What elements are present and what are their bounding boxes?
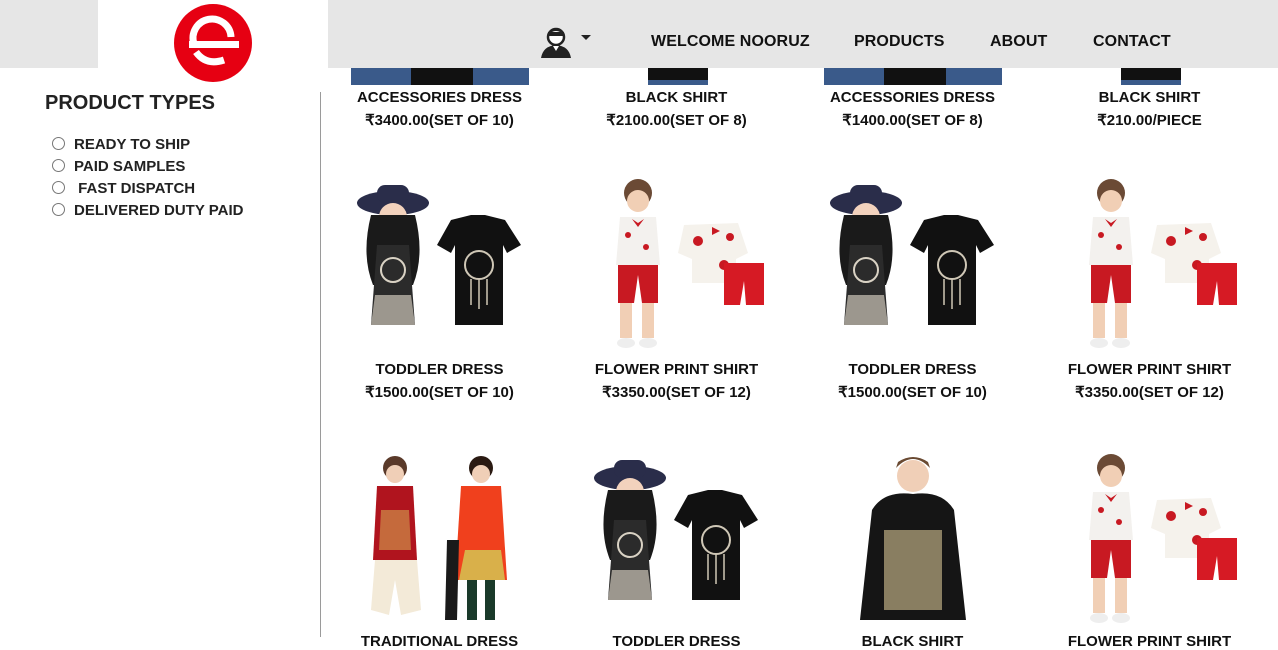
product-name: FLOWER PRINT SHIRT [1067,361,1232,378]
radio-button[interactable] [52,158,65,172]
filter-delivered-duty-paid[interactable]: DELIVERED DUTY PAID [52,202,243,219]
radio-button[interactable] [52,180,65,194]
product-price: ₹3350.00(SET OF 12) [602,384,751,401]
filter-label: FAST DISPATCH [74,180,196,197]
radio-button[interactable] [52,136,65,150]
nav-products[interactable]: PRODUCTS [854,33,945,51]
product-price: ₹1500.00(SET OF 10) [365,384,514,401]
product-name: FLOWER PRINT SHIRT [1067,633,1232,650]
product-price: ₹1500.00(SET OF 10) [838,384,987,401]
filter-fast-dispatch[interactable]: FAST DISPATCH [52,180,195,197]
product-image-flower-print-shirt [1061,450,1239,630]
product-name: TODDLER DRESS [612,633,741,650]
product-price: ₹3400.00(SET OF 10) [365,112,514,129]
product-name: ACCESSORIES DRESS [829,89,996,106]
product-image-flower-print-shirt [1061,175,1239,355]
product-price: ₹1400.00(SET OF 8) [842,112,983,129]
product-name: TRADITIONAL DRESS [360,633,519,650]
nav-about[interactable]: ABOUT [990,33,1047,51]
product-price: ₹3350.00(SET OF 12) [1075,384,1224,401]
logo-container[interactable] [98,0,328,85]
sidebar-title: PRODUCT TYPES [45,92,216,114]
product-name: BLACK SHIRT [861,633,964,650]
product-image-toddler-dress [824,175,1002,355]
nav-contact[interactable]: CONTACT [1093,33,1171,51]
filter-label: PAID SAMPLES [74,158,186,175]
filter-label: DELIVERED DUTY PAID [74,202,244,219]
product-name: TODDLER DRESS [848,361,977,378]
product-image-traditional-dress [351,450,529,630]
user-account-dropdown[interactable] [539,26,591,58]
brand-logo-icon [174,4,252,82]
product-name: TODDLER DRESS [375,361,504,378]
product-grid: ACCESSORIES DRESS ₹3400.00(SET OF 10) BL… [320,0,1278,650]
product-image-just-be-nice-hoodie [824,450,1002,630]
product-image-toddler-dress [351,175,529,355]
filter-label: READY TO SHIP [74,136,191,153]
product-image-toddler-dress [588,450,766,630]
nav-welcome-user[interactable]: WELCOME NOORUZ [651,33,810,51]
filter-paid-samples[interactable]: PAID SAMPLES [52,158,185,175]
product-price: ₹210.00/PIECE [1097,112,1202,129]
product-name: FLOWER PRINT SHIRT [594,361,759,378]
product-name: ACCESSORIES DRESS [356,89,523,106]
chevron-down-icon [581,34,591,40]
user-avatar-icon [541,27,571,58]
radio-button[interactable] [52,202,65,216]
product-name: BLACK SHIRT [625,89,728,106]
filter-ready-to-ship[interactable]: READY TO SHIP [52,136,190,153]
product-image-flower-print-shirt [588,175,766,355]
product-price: ₹2100.00(SET OF 8) [606,112,747,129]
product-name: BLACK SHIRT [1098,89,1201,106]
